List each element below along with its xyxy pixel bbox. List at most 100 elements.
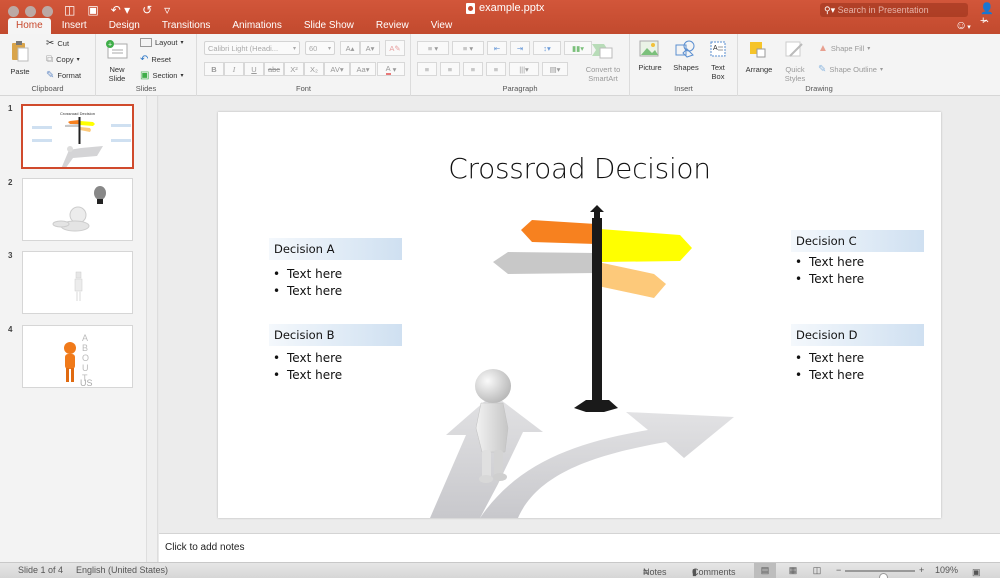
clipboard-icon (12, 41, 29, 62)
notes-label: Notes (643, 567, 667, 577)
collapse-ribbon-icon[interactable]: ⌃ (982, 19, 990, 30)
clear-formatting-button[interactable]: A✎ (385, 40, 405, 56)
section-button[interactable]: ▣ Section ▾ (140, 70, 184, 81)
convert-smartart-button[interactable]: Convert to SmartArt (579, 42, 627, 83)
close-window-button[interactable] (8, 6, 19, 17)
normal-view-button[interactable]: ▤ (754, 563, 776, 578)
copy-button[interactable]: ⧉ Copy ▾ (46, 54, 80, 65)
increase-indent-button[interactable]: ⇥ (510, 41, 530, 55)
increase-font-size-button[interactable]: A▴ (340, 41, 360, 55)
fit-window-icon: ▣ (972, 567, 981, 577)
decrease-indent-button[interactable]: ⇤ (487, 41, 507, 55)
slide-thumbnail-1[interactable]: Crossroad Decision (21, 104, 134, 169)
slide-sorter-view-button[interactable]: ▦ (782, 563, 804, 578)
tab-insert[interactable]: Insert (51, 18, 98, 34)
search-icon: ⚲▾ (824, 5, 838, 15)
font-color-button[interactable]: A ▾ (377, 62, 405, 76)
character-spacing-icon: AV▾ (330, 64, 344, 74)
underline-button[interactable]: U (244, 62, 264, 76)
window-controls (8, 6, 53, 17)
text-box-button[interactable]: A Text Box (706, 40, 730, 81)
format-painter-button[interactable]: ✎ Format (46, 70, 81, 81)
text-box-label: Text Box (711, 63, 725, 81)
tab-transitions[interactable]: Transitions (151, 18, 222, 34)
italic-button[interactable]: I (224, 62, 244, 76)
slide-thumbnail-3[interactable] (22, 251, 133, 314)
align-right-button[interactable]: ≡ (463, 62, 483, 76)
tab-design[interactable]: Design (98, 18, 151, 34)
ribbon: Paste ✂ Cut ⧉ Copy ▾ ✎ Format Clipboard + Ne… (0, 34, 1000, 96)
zoom-in-button[interactable]: + (919, 565, 924, 575)
paste-button[interactable]: Paste (6, 40, 34, 76)
justify-button[interactable]: ≡ (486, 62, 506, 76)
tab-review[interactable]: Review (365, 18, 420, 34)
copy-icon: ⧉ (46, 54, 54, 65)
decrease-font-size-button[interactable]: A▾ (360, 41, 380, 55)
list-buttons: ≡ ▾ ≡ ▾ ⇤ ⇥ ↕▾ ▮▮▾ (417, 41, 592, 55)
shapes-button[interactable]: Shapes (670, 40, 702, 72)
sidebar-toggle-icon[interactable]: ◫ (64, 2, 75, 18)
tab-view[interactable]: View (420, 18, 464, 34)
crossroad-signpost-illustration[interactable] (218, 112, 941, 518)
slide-sorter-icon: ▦ (788, 565, 798, 575)
bold-button[interactable]: B (204, 62, 224, 76)
text-direction-button[interactable]: |||▾ (509, 62, 539, 76)
save-icon[interactable]: ▣ (87, 2, 98, 18)
slide-canvas[interactable]: Crossroad Decision Decision A Text here … (218, 112, 941, 518)
quick-access-toolbar: ◫ ▣ ↶ ▾ ↺ ▿ (64, 2, 170, 18)
shape-outline-button[interactable]: ✎ Shape Outline ▾ (818, 64, 883, 75)
section-label: Section (152, 71, 178, 80)
copy-label: Copy (56, 55, 74, 64)
slideshow-view-button[interactable]: ◫ (806, 563, 828, 578)
minimize-window-button[interactable] (25, 6, 36, 17)
slide-thumbnail-2[interactable] (22, 178, 133, 241)
search-input[interactable]: ⚲▾ Search in Presentation (820, 3, 968, 17)
character-spacing-button[interactable]: AV▾ (324, 62, 350, 76)
align-text-button[interactable]: ▤▾ (542, 62, 568, 76)
tab-animations[interactable]: Animations (221, 18, 292, 34)
superscript-button[interactable]: X² (284, 62, 304, 76)
new-slide-button[interactable]: + New Slide (100, 40, 134, 83)
bullets-button[interactable]: ≡ ▾ (417, 41, 449, 55)
notes-pane[interactable]: Click to add notes (159, 533, 1000, 562)
redo-icon[interactable]: ↺ (142, 2, 152, 18)
customize-toolbar-icon[interactable]: ▿ (164, 2, 170, 18)
align-center-button[interactable]: ≡ (440, 62, 460, 76)
font-size-value: 60 (309, 43, 318, 53)
convert-smartart-label: Convert to SmartArt (585, 65, 621, 83)
bullet-list-icon: ≡ ▾ (427, 43, 439, 53)
increase-indent-icon: ⇥ (516, 43, 524, 53)
font-name-select[interactable]: Calibri Light (Headi... ▾ (204, 41, 300, 55)
picture-icon (639, 40, 659, 57)
align-left-button[interactable]: ≡ (417, 62, 437, 76)
feedback-smiley-icon[interactable]: ☺▾ (955, 18, 971, 32)
undo-icon[interactable]: ↶ ▾ (111, 2, 130, 18)
svg-text:US: US (80, 378, 93, 388)
zoom-window-button[interactable] (42, 6, 53, 17)
cut-button[interactable]: ✂ Cut (46, 38, 69, 49)
quick-styles-button[interactable]: Quick Styles (780, 40, 810, 83)
zoom-level[interactable]: 109% (935, 565, 958, 575)
language-indicator[interactable]: English (United States) (76, 565, 168, 575)
change-case-button[interactable]: Aa▾ (350, 62, 376, 76)
title-bar: ◫ ▣ ↶ ▾ ↺ ▿ example.pptx ⚲▾ Search in Pr… (0, 0, 1000, 34)
zoom-out-button[interactable]: − (836, 565, 841, 575)
picture-button[interactable]: Picture (634, 40, 666, 72)
thumbnail-panel-splitter[interactable] (147, 96, 158, 562)
line-spacing-button[interactable]: ↕▾ (533, 41, 561, 55)
tab-slide-show[interactable]: Slide Show (293, 18, 365, 34)
layout-button[interactable]: Layout ▾ (140, 38, 184, 47)
arrange-button[interactable]: Arrange (742, 40, 776, 74)
slide-thumbnail-4[interactable]: A B O U T US (22, 325, 133, 388)
shape-fill-button[interactable]: ▲ Shape Fill ▾ (818, 43, 870, 54)
reset-label: Reset (151, 55, 171, 64)
numbering-button[interactable]: ≡ ▾ (452, 41, 484, 55)
insert-group-label: Insert (674, 84, 693, 93)
font-size-select[interactable]: 60 ▾ (305, 41, 335, 55)
zoom-slider[interactable] (845, 570, 915, 578)
subscript-button[interactable]: X₂ (304, 62, 324, 76)
strikethrough-button[interactable]: abc (264, 62, 284, 76)
reset-button[interactable]: ↶ Reset (140, 54, 171, 65)
zoom-slider-knob[interactable] (878, 573, 888, 578)
tab-home[interactable]: Home (8, 18, 51, 34)
